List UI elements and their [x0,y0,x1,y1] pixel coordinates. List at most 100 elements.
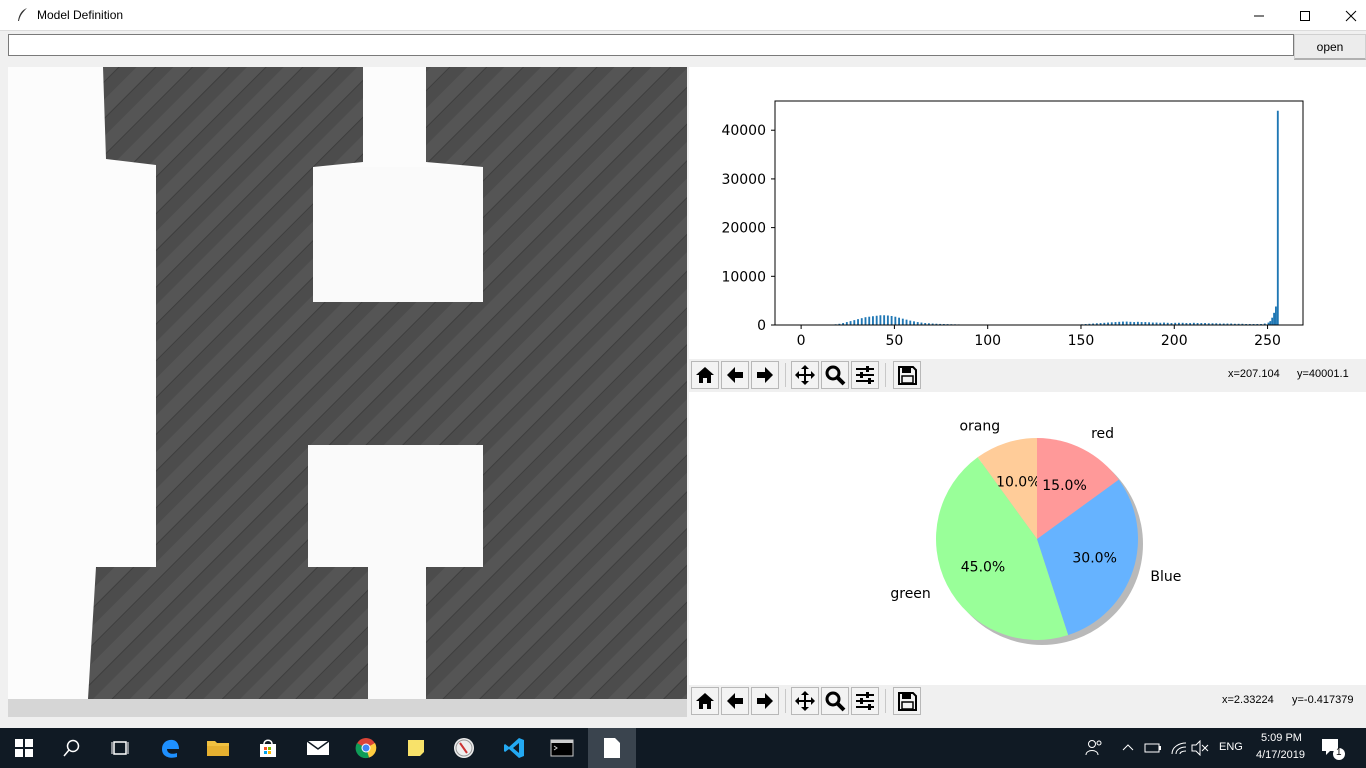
volume-muted-icon[interactable] [1191,740,1209,756]
chrome-icon [355,738,377,759]
notification-count: 1 [1336,747,1342,758]
store-button[interactable] [244,728,292,768]
wifi-icon[interactable] [1170,740,1188,756]
task-view-button[interactable] [96,728,144,768]
home-button[interactable] [691,361,719,389]
back-button[interactable] [721,361,749,389]
histogram-bar [1269,321,1272,325]
histogram-bar [905,319,908,325]
pan-button[interactable] [791,361,819,389]
maximize-icon [1300,10,1310,21]
vscode-button[interactable] [490,728,538,768]
histogram-bar [913,321,915,325]
pie-percent-label: 30.0% [1072,551,1116,567]
document-app-button[interactable] [588,728,636,768]
histogram-bar [1125,321,1128,325]
pie-category-label: green [890,586,930,602]
histogram-bar [890,315,893,325]
histogram-bar [1122,321,1124,325]
folder-icon [207,741,229,756]
close-button[interactable] [1328,0,1366,31]
histogram-bar [1276,110,1279,325]
search-button[interactable] [48,728,96,768]
histogram-bar [879,315,882,325]
coord-y-readout: y=40001.1 [1297,368,1349,380]
forward-button[interactable] [751,361,779,389]
toolbar-separator [885,689,886,713]
clock-date[interactable]: 4/17/2019 [1256,749,1305,761]
pie-toolbar: x=2.33224 y=-0.417379 [689,685,1366,717]
back-button[interactable] [721,687,749,715]
save-button[interactable] [893,687,921,715]
minimize-button[interactable] [1236,0,1282,31]
save-button[interactable] [893,361,921,389]
home-icon [696,693,714,709]
histogram-bar [853,320,856,325]
people-icon[interactable] [1084,738,1104,758]
forward-button[interactable] [751,687,779,715]
x-tick-label: 0 [797,333,806,349]
pan-button[interactable] [791,687,819,715]
x-tick-label: 200 [1161,333,1188,349]
sticky-note-icon [408,740,424,756]
sliders-icon [856,692,874,710]
home-button[interactable] [691,687,719,715]
y-tick-label: 0 [757,318,766,334]
language-indicator[interactable]: ENG [1219,741,1243,753]
histogram-bar [868,316,871,325]
app-button[interactable] [440,728,488,768]
clock-time[interactable]: 5:09 PM [1261,732,1302,744]
y-tick-label: 30000 [721,172,766,188]
mail-button[interactable] [294,728,342,768]
path-input[interactable] [8,34,1294,56]
pie-percent-label: 15.0% [1042,478,1086,494]
action-center-button[interactable]: 1 [1318,736,1348,762]
floppy-disk-icon [898,692,917,711]
window-title: Model Definition [37,8,124,22]
battery-icon[interactable] [1144,741,1162,755]
histogram-bar [894,316,897,325]
close-icon [1345,10,1357,21]
cmd-button[interactable] [538,728,586,768]
sliders-icon [856,366,874,384]
file-explorer-button[interactable] [194,728,242,768]
histogram-bar [898,317,901,325]
zoom-button[interactable] [821,361,849,389]
letter-h-image [8,67,687,717]
edge-icon [162,739,179,758]
floppy-disk-icon [898,366,917,385]
configure-subplots-button[interactable] [851,687,879,715]
x-tick-label: 100 [974,333,1001,349]
path-bar [0,31,1366,61]
zoom-button[interactable] [821,687,849,715]
chrome-button[interactable] [342,728,390,768]
histogram-bar [864,317,867,325]
configure-subplots-button[interactable] [851,361,879,389]
feather-icon [18,8,27,21]
pie-percent-label: 45.0% [961,560,1005,576]
edge-button[interactable] [146,728,194,768]
arrow-right-icon [757,693,773,709]
histogram-bar [849,321,852,325]
histogram-bar [1275,306,1277,325]
taskbar: ENG 5:09 PM 4/17/2019 1 [0,728,1366,768]
mail-icon [306,740,330,755]
notification-icon [1322,739,1345,760]
arrow-right-icon [757,367,773,383]
histogram-bar [1273,312,1276,325]
toolbar-separator [785,363,786,387]
start-button[interactable] [0,728,48,768]
maximize-button[interactable] [1282,0,1328,31]
histogram-bar [886,315,889,325]
pie-panel: 10.0% orang 45.0% green 30.0% Blue 15.0% red [689,392,1366,685]
document-icon [604,738,620,758]
open-button[interactable]: open [1294,34,1366,60]
histogram-bar [875,315,878,325]
histogram-panel: 0 50 100 150 200 250 0 10000 20000 30000 40000 [689,67,1366,359]
histogram-toolbar: x=207.104 y=40001.1 [689,359,1366,391]
image-panel [8,67,687,717]
sticky-notes-button[interactable] [392,728,440,768]
y-tick-label: 10000 [721,269,766,285]
chevron-up-icon[interactable] [1122,742,1134,752]
store-bag-icon [260,739,276,757]
